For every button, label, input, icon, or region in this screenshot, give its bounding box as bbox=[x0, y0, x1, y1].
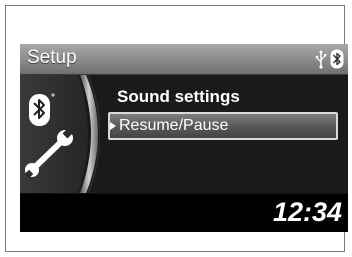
manual-figure-frame: Setup Sound settings Resume/Pause 12:34 bbox=[5, 5, 348, 252]
bluetooth-icon bbox=[330, 49, 344, 69]
settings-panel: Sound settings Resume/Pause bbox=[20, 75, 348, 193]
usb-icon bbox=[315, 50, 327, 69]
menu-heading: Sound settings bbox=[117, 87, 240, 106]
header-bar: Setup bbox=[20, 44, 348, 75]
clock-display: 12:34 bbox=[272, 197, 342, 227]
menu-item-label: Resume/Pause bbox=[119, 117, 229, 134]
page-title: Setup bbox=[27, 47, 77, 68]
selection-arrow-icon bbox=[110, 122, 116, 130]
footer-bar: 12:34 bbox=[20, 194, 348, 232]
menu-item-resume-pause[interactable]: Resume/Pause bbox=[108, 112, 338, 140]
status-icons bbox=[314, 49, 344, 69]
sidebar-graphic bbox=[20, 75, 100, 193]
display-screen: Setup Sound settings Resume/Pause 12:34 bbox=[20, 44, 348, 232]
